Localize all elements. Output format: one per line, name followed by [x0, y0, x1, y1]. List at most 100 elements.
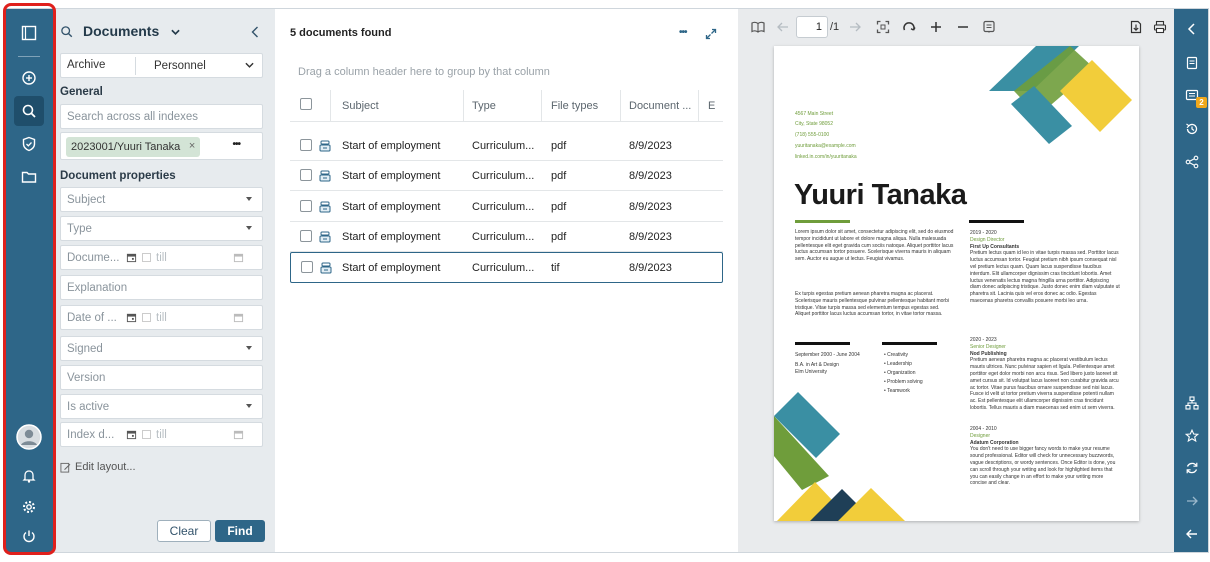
column-header-file-types[interactable]: File types [551, 100, 598, 112]
cell-date: 8/9/2023 [629, 140, 672, 152]
document-date-placeholder: Docume... [67, 251, 120, 264]
folder-icon[interactable] [14, 162, 44, 192]
document-date-range[interactable]: Docume... till [60, 245, 263, 270]
refresh-icon[interactable] [1185, 461, 1199, 475]
calendar-icon[interactable] [233, 252, 244, 263]
document-stack-icon [319, 140, 331, 152]
row-checkbox[interactable] [300, 230, 312, 242]
shield-icon[interactable] [14, 129, 44, 159]
cv-job-title: Design Director [970, 236, 1005, 243]
star-icon[interactable] [1185, 429, 1199, 443]
print-icon[interactable] [1153, 20, 1167, 34]
cv-skill: • Organization [884, 370, 916, 376]
power-icon[interactable] [14, 521, 44, 551]
subject-select[interactable]: Subject [60, 187, 263, 212]
row-checkbox[interactable] [301, 261, 313, 273]
cv-contact-line: 4567 Main Street [795, 111, 834, 117]
gear-icon[interactable] [14, 492, 44, 522]
document-stack-icon [319, 231, 331, 243]
column-divider [698, 90, 699, 122]
download-icon[interactable] [1129, 20, 1143, 34]
column-header-type[interactable]: Type [472, 100, 496, 112]
calendar-icon[interactable] [126, 252, 137, 263]
left-navigation-rail [6, 9, 53, 552]
column-header-subject[interactable]: Subject [342, 100, 379, 112]
cv-job-text: Pretium lectus quam id leo in vitae turp… [970, 250, 1120, 304]
chip-remove-icon[interactable]: × [189, 140, 195, 152]
page-number-input[interactable]: 1 [796, 16, 828, 38]
is-active-select[interactable]: Is active [60, 394, 263, 419]
history-icon[interactable] [1185, 122, 1199, 136]
explanation-placeholder: Explanation [67, 281, 128, 294]
arrow-left-icon[interactable] [776, 20, 790, 34]
explanation-input[interactable]: Explanation [60, 275, 263, 300]
table-row[interactable]: Start of employment Curriculum... pdf 8/… [290, 131, 723, 161]
book-icon[interactable] [751, 20, 765, 34]
table-row[interactable]: Start of employment Curriculum... pdf 8/… [290, 161, 723, 191]
search-all-input[interactable]: Search across all indexes [60, 104, 263, 129]
annotation-icon[interactable] [982, 20, 996, 34]
calendar-icon[interactable] [126, 429, 137, 440]
row-checkbox[interactable] [300, 200, 312, 212]
cv-skill-text: Organization [887, 370, 916, 376]
calendar-icon[interactable] [233, 429, 244, 440]
cv-intro-paragraph: Lorem ipsum dolor sit amet, consectetur … [795, 229, 954, 263]
cell-type: Curriculum... [472, 201, 535, 213]
table-row[interactable]: Start of employment Curriculum... pdf 8/… [290, 192, 723, 222]
document-viewer: 1 /1 4567 Main Street City, State 98052 … [738, 9, 1174, 552]
add-icon[interactable] [14, 63, 44, 93]
archive-selector[interactable]: Archive Personnel [60, 53, 263, 78]
arrow-right-icon[interactable] [1185, 494, 1199, 508]
rotate-icon[interactable] [902, 20, 916, 34]
select-all-checkbox[interactable] [300, 98, 312, 110]
table-row-selected[interactable]: Start of employment Curriculum... tif 8/… [290, 252, 723, 283]
general-section-label: General [60, 86, 103, 98]
signed-select[interactable]: Signed [60, 336, 263, 361]
expand-icon[interactable] [705, 28, 717, 40]
column-header-document-date[interactable]: Document ... [629, 100, 691, 112]
cv-skill-text: Creativity [887, 352, 908, 358]
row-checkbox[interactable] [300, 169, 312, 181]
column-header-e[interactable]: E [708, 100, 715, 112]
results-more-icon[interactable]: ••• [679, 27, 687, 38]
version-input[interactable]: Version [60, 365, 263, 390]
arrow-left-icon[interactable] [1185, 527, 1199, 541]
panel-toggle-icon[interactable] [14, 18, 44, 48]
share-icon[interactable] [1185, 155, 1199, 169]
version-placeholder: Version [67, 371, 106, 384]
cv-contact-line: City, State 98052 [795, 121, 833, 127]
chevron-left-icon[interactable] [1185, 22, 1199, 36]
calendar-icon[interactable] [233, 312, 244, 323]
table-row[interactable]: Start of employment Curriculum... pdf 8/… [290, 222, 723, 252]
fit-page-icon[interactable] [876, 20, 890, 34]
date-of-placeholder: Date of ... [67, 311, 117, 324]
arrow-right-icon[interactable] [848, 20, 862, 34]
calendar-icon[interactable] [126, 312, 137, 323]
zoom-out-icon[interactable] [956, 20, 970, 34]
hierarchy-icon[interactable] [1185, 396, 1199, 410]
more-options-icon[interactable]: ••• [232, 139, 240, 150]
row-checkbox[interactable] [300, 139, 312, 151]
zoom-in-icon[interactable] [929, 20, 943, 34]
document-icon[interactable] [1185, 56, 1199, 70]
cv-skill: • Teamwork [884, 388, 910, 394]
avatar[interactable] [14, 422, 44, 452]
find-button[interactable]: Find [215, 520, 265, 542]
index-chip-field[interactable]: 2023001/Yuuri Tanaka × ••• [60, 132, 263, 160]
type-select[interactable]: Type [60, 216, 263, 241]
index-date-range[interactable]: Index d... till [60, 422, 263, 447]
chip-text: 2023001/Yuuri Tanaka [71, 141, 181, 153]
index-chip[interactable]: 2023001/Yuuri Tanaka × [66, 137, 201, 157]
collapse-panel-icon[interactable] [251, 26, 259, 38]
clear-button[interactable]: Clear [157, 520, 211, 542]
search-icon[interactable] [14, 96, 44, 126]
chevron-down-icon[interactable] [171, 29, 180, 36]
date-of-range[interactable]: Date of ... till [60, 305, 263, 330]
table-header: Subject Type File types Document ... E [290, 90, 723, 122]
cell-subject: Start of employment [342, 201, 441, 213]
till-label: till [156, 429, 167, 441]
bell-icon[interactable] [14, 461, 44, 491]
cv-skill-text: Problem solving [887, 379, 923, 385]
edit-layout-link[interactable]: Edit layout... [60, 461, 136, 473]
signed-placeholder: Signed [67, 342, 103, 355]
